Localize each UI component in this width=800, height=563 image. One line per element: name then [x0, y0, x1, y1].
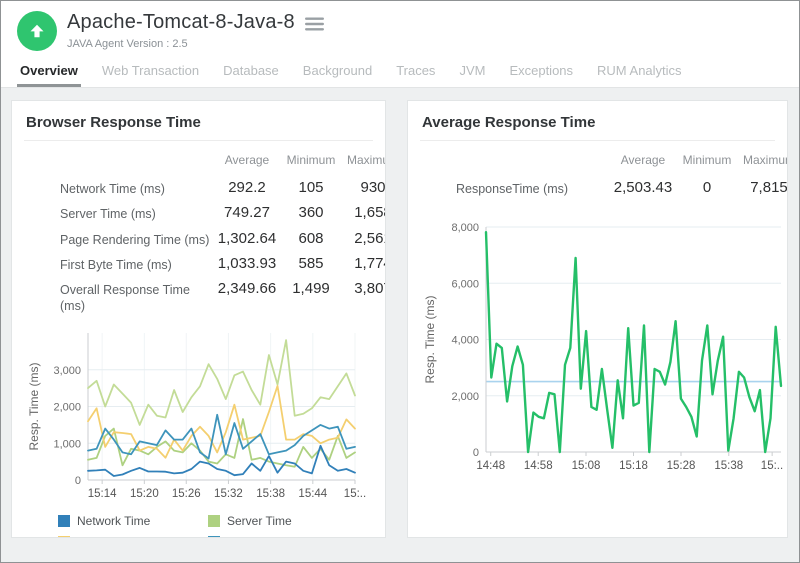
- row-min: 1,499: [284, 277, 338, 319]
- legend-label: Page Rendering Time: [77, 535, 193, 539]
- legend-item-server-time[interactable]: Server Time: [208, 514, 385, 528]
- svg-text:15:20: 15:20: [130, 488, 159, 500]
- tab-exceptions[interactable]: Exceptions: [506, 61, 576, 87]
- svg-text:3,000: 3,000: [53, 364, 81, 376]
- hamburger-menu-icon[interactable]: [305, 14, 324, 31]
- svg-text:14:58: 14:58: [524, 460, 553, 472]
- row-max: 930: [338, 176, 386, 201]
- row-avg: 2,503.43: [606, 176, 680, 201]
- legend-item-page-rendering-time[interactable]: Page Rendering Time: [58, 535, 208, 539]
- svg-text:15:32: 15:32: [214, 488, 243, 500]
- svg-text:14:48: 14:48: [476, 460, 505, 472]
- row-min: 105: [284, 176, 338, 201]
- svg-text:0: 0: [75, 475, 81, 487]
- tab-overview[interactable]: Overview: [17, 61, 81, 87]
- row-avg: 292.2: [210, 176, 284, 201]
- row-label: First Byte Time (ms): [60, 252, 210, 277]
- row-label: Page Rendering Time (ms): [60, 227, 210, 252]
- tab-traces[interactable]: Traces: [393, 61, 438, 87]
- row-min: 585: [284, 252, 338, 277]
- svg-text:4,000: 4,000: [451, 335, 479, 347]
- legend-swatch: [58, 536, 70, 539]
- svg-text:15:14: 15:14: [88, 488, 117, 500]
- browser-response-time-chart[interactable]: 0 1,000 2,000 3,000 15:14 15:20 15:26 15:32 15:3…: [12, 325, 385, 506]
- app-header: Apache-Tomcat-8-Java-8 JAVA Agent Versio…: [1, 1, 799, 53]
- legend-label: First Byte Time: [227, 535, 307, 539]
- row-label: ResponseTime (ms): [456, 176, 606, 201]
- row-min: 0: [680, 176, 734, 201]
- svg-text:15:26: 15:26: [172, 488, 201, 500]
- svg-text:15:28: 15:28: [667, 460, 696, 472]
- col-header-minimum: Minimum: [284, 149, 338, 176]
- col-header-average: Average: [210, 149, 284, 176]
- tab-rum-analytics[interactable]: RUM Analytics: [594, 61, 685, 87]
- row-avg: 749.27: [210, 201, 284, 226]
- panel-average-response-time: Average Response Time Average Minimum Ma…: [407, 100, 788, 538]
- row-max: 7,815: [734, 176, 788, 201]
- divider: [420, 140, 775, 141]
- svg-text:15:38: 15:38: [714, 460, 743, 472]
- svg-text:15:18: 15:18: [619, 460, 648, 472]
- svg-text:2,000: 2,000: [53, 401, 81, 413]
- row-avg: 1,302.64: [210, 227, 284, 252]
- row-min: 608: [284, 227, 338, 252]
- dashboard-content: Browser Response Time Average Minimum Ma…: [1, 88, 799, 562]
- stats-table: Average Minimum Maximum Network Time (ms…: [60, 149, 385, 319]
- legend-swatch: [208, 536, 220, 539]
- panel-title: Browser Response Time: [12, 101, 385, 140]
- svg-text:15:..: 15:..: [344, 488, 366, 500]
- chart-legend: Network Time Server Time Page Rendering …: [58, 514, 385, 539]
- app-window: Apache-Tomcat-8-Java-8 JAVA Agent Versio…: [0, 0, 800, 563]
- tab-background[interactable]: Background: [300, 61, 375, 87]
- svg-text:0: 0: [473, 447, 479, 459]
- svg-text:6,000: 6,000: [451, 279, 479, 291]
- agent-version: JAVA Agent Version : 2.5: [67, 38, 324, 50]
- tab-database[interactable]: Database: [220, 61, 282, 87]
- svg-text:15:08: 15:08: [572, 460, 601, 472]
- col-header-minimum: Minimum: [680, 149, 734, 176]
- row-avg: 2,349.66: [210, 277, 284, 319]
- col-header-average: Average: [606, 149, 680, 176]
- svg-text:Resp. Time (ms): Resp. Time (ms): [27, 362, 41, 450]
- tab-web-transaction[interactable]: Web Transaction: [99, 61, 202, 87]
- panel-title: Average Response Time: [408, 101, 787, 140]
- row-label: Server Time (ms): [60, 201, 210, 226]
- panel-browser-response-time: Browser Response Time Average Minimum Ma…: [11, 100, 386, 538]
- row-avg: 1,033.93: [210, 252, 284, 277]
- svg-text:1,000: 1,000: [53, 438, 81, 450]
- col-header-maximum: Maximum: [338, 149, 386, 176]
- legend-label: Server Time: [227, 514, 292, 528]
- legend-swatch: [58, 515, 70, 527]
- average-response-time-chart[interactable]: 0 2,000 4,000 6,000 8,000 14:48 14:58 15:08 15:1…: [408, 217, 787, 478]
- tab-jvm[interactable]: JVM: [456, 61, 488, 87]
- svg-text:15:38: 15:38: [256, 488, 285, 500]
- row-max: 2,561: [338, 227, 386, 252]
- row-max: 3,807: [338, 277, 386, 319]
- row-max: 1,658: [338, 201, 386, 226]
- legend-label: Network Time: [77, 514, 150, 528]
- svg-text:15:44: 15:44: [298, 488, 327, 500]
- stats-table: Average Minimum Maximum ResponseTime (ms…: [456, 149, 787, 201]
- svg-text:Resp. Time (ms): Resp. Time (ms): [423, 296, 437, 384]
- row-min: 360: [284, 201, 338, 226]
- row-max: 1,774: [338, 252, 386, 277]
- legend-item-first-byte-time[interactable]: First Byte Time: [208, 535, 385, 539]
- legend-item-network-time[interactable]: Network Time: [58, 514, 208, 528]
- monitor-title: Apache-Tomcat-8-Java-8: [67, 11, 295, 34]
- legend-swatch: [208, 515, 220, 527]
- svg-text:8,000: 8,000: [451, 222, 479, 234]
- divider: [24, 140, 373, 141]
- row-label: Overall Response Time (ms): [60, 277, 210, 319]
- status-up-icon: [17, 11, 57, 51]
- svg-text:15:..: 15:..: [761, 460, 783, 472]
- row-label: Network Time (ms): [60, 176, 210, 201]
- svg-text:2,000: 2,000: [451, 391, 479, 403]
- col-header-maximum: Maximum: [734, 149, 788, 176]
- tab-bar: Overview Web Transaction Database Backgr…: [1, 53, 799, 88]
